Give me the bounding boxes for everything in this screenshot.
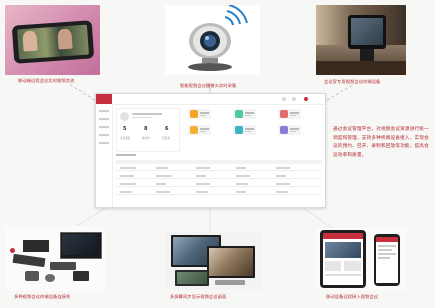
quick-tile[interactable] [278,125,301,135]
quick-tile[interactable] [278,109,301,119]
caption-top-right: 会议室专用视频会议终端设备 [324,79,381,84]
user-card: 5 8 6 今日会议 进行中 已结束 [116,108,180,152]
avatar [120,112,129,121]
table-row[interactable] [116,194,322,195]
caption-bottom-right: 移动设备远程接入视频会议 [326,294,379,299]
caption-top-left: 移动端远程会议实时视频交流 [18,78,75,83]
quick-tile[interactable] [233,125,256,135]
mobile-devices-image [316,228,406,290]
sidebar-item[interactable] [99,142,109,144]
conference-terminal-image [316,5,406,75]
table-header [116,160,322,164]
caption-top-center: 智能视频会议摄像头实时采集 [180,83,237,88]
quick-tile[interactable] [188,125,211,135]
section-title [116,154,136,156]
settings-icon[interactable] [292,97,296,101]
sidebar-item[interactable] [99,134,109,136]
management-dashboard: 5 8 6 今日会议 进行中 已结束 [95,93,326,208]
table-row[interactable] [116,178,322,179]
stat-value: 6 [165,126,169,132]
quick-tile[interactable] [188,109,211,119]
webcam-image [165,5,260,75]
quick-tile[interactable] [233,109,256,119]
stat-value: 5 [123,126,127,132]
sidebar [96,94,113,207]
terminal-devices-image [5,226,105,291]
top-bar [112,94,325,105]
multi-screen-image [165,232,261,290]
notification-icon[interactable] [282,97,286,101]
table-row[interactable] [116,186,322,187]
stat-label: 今日会议 [120,137,131,140]
sidebar-item[interactable] [99,118,109,120]
caption-bottom-left: 多种视频会议终端设备连接到 [14,294,71,299]
stat-value: 8 [144,126,148,132]
sidebar-item[interactable] [99,126,109,128]
avatar[interactable] [304,97,308,101]
connector-line [209,207,211,232]
mobile-video-call-image [5,5,100,75]
table-row[interactable] [116,170,322,171]
stat-label: 进行中 [142,137,150,140]
stat-label: 已结束 [162,137,170,140]
camera-icon [188,5,248,71]
description-text: 通过会议管理平台，对视频会议资源进行统一调度和管理，支持多种终端设备接入，实现会… [333,127,429,158]
sidebar-item[interactable] [99,110,109,112]
sidebar-logo [96,94,112,104]
caption-bottom-center: 多屏幕同步显示视频会议画面 [170,294,227,299]
